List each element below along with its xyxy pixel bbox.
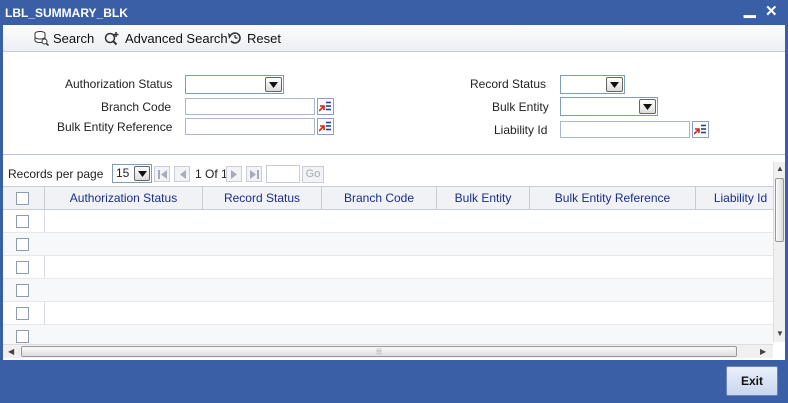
row-checkbox[interactable] xyxy=(16,215,29,228)
reset-icon xyxy=(228,32,241,44)
select-all-checkbox[interactable] xyxy=(16,192,29,205)
next-page-icon xyxy=(230,169,237,179)
column-header-bulk-entity-reference[interactable]: Bulk Entity Reference xyxy=(529,187,695,210)
next-page-button[interactable] xyxy=(226,166,242,182)
column-header-bulk-entity[interactable]: Bulk Entity xyxy=(436,187,529,210)
previous-page-icon xyxy=(179,169,186,179)
column-header-liability-id[interactable]: Liability Id xyxy=(695,187,773,210)
advanced-search-label: Advanced Search xyxy=(125,30,228,46)
vertical-scrollbar[interactable]: ▲ ▼ xyxy=(773,162,785,342)
results-table: Authorization Status Record Status Branc… xyxy=(3,186,773,344)
records-per-page-value: 15 xyxy=(116,166,130,180)
table-row[interactable] xyxy=(3,256,773,279)
scroll-down-icon[interactable]: ▼ xyxy=(776,329,784,338)
authorization-status-select[interactable] xyxy=(185,75,284,94)
reset-button[interactable]: Reset xyxy=(227,30,281,46)
bulk-entity-label: Bulk Entity xyxy=(492,100,549,114)
scroll-right-icon[interactable]: ▶ xyxy=(760,347,766,356)
branch-code-input[interactable] xyxy=(185,98,315,115)
table-row[interactable] xyxy=(3,302,773,325)
bulk-entity-reference-lov-icon[interactable] xyxy=(317,118,334,135)
column-header-record-status[interactable]: Record Status xyxy=(202,187,321,210)
previous-page-button[interactable] xyxy=(174,166,190,182)
authorization-status-label: Authorization Status xyxy=(65,77,173,91)
branch-code-label: Branch Code xyxy=(101,100,172,114)
liability-id-label: Liability Id xyxy=(494,123,548,137)
column-header-branch-code[interactable]: Branch Code xyxy=(321,187,436,210)
record-status-label: Record Status xyxy=(470,77,547,91)
exit-button[interactable]: Exit xyxy=(726,366,778,396)
table-row[interactable] xyxy=(3,210,773,233)
footer-bar xyxy=(0,360,788,403)
records-per-page-select[interactable]: 15 xyxy=(112,164,152,183)
horizontal-scroll-thumb[interactable]: ⦙⦙⦙ xyxy=(21,346,737,357)
table-row[interactable] xyxy=(3,279,773,302)
chevron-down-icon xyxy=(639,99,656,114)
row-checkbox[interactable] xyxy=(16,330,29,343)
advanced-search-button[interactable]: Advanced Search xyxy=(103,30,228,46)
row-checkbox[interactable] xyxy=(16,307,29,320)
first-page-button[interactable] xyxy=(154,166,170,182)
chevron-down-icon xyxy=(134,166,150,181)
table-row[interactable] xyxy=(3,325,773,344)
chevron-down-icon xyxy=(265,77,282,92)
toolbar: Search Advanced Search Reset xyxy=(3,25,785,52)
records-per-page-label: Records per page xyxy=(8,167,104,181)
search-label: Search xyxy=(53,30,95,46)
column-header-authorization-status[interactable]: Authorization Status xyxy=(44,187,202,210)
table-header: Authorization Status Record Status Branc… xyxy=(3,186,773,210)
page-info: 1 Of 1 xyxy=(195,167,228,181)
row-checkbox[interactable] xyxy=(16,238,29,251)
record-status-select[interactable] xyxy=(560,75,625,94)
search-button[interactable]: Search xyxy=(33,30,94,46)
branch-code-lov-icon[interactable] xyxy=(317,98,334,115)
last-page-icon xyxy=(249,169,259,179)
pagination-bar: Records per page 15 1 Of 1 Go xyxy=(3,162,773,186)
advanced-search-icon xyxy=(104,32,119,46)
search-form: Authorization Status Branch Code Bulk En… xyxy=(3,52,785,155)
close-icon[interactable]: ✕ xyxy=(765,2,778,20)
scroll-up-icon[interactable]: ▲ xyxy=(776,164,784,173)
page-number-input[interactable] xyxy=(266,165,300,183)
reset-label: Reset xyxy=(247,30,281,46)
window-title: LBL_SUMMARY_BLK xyxy=(5,6,128,20)
liability-id-lov-icon[interactable] xyxy=(692,121,709,138)
go-button[interactable]: Go xyxy=(302,166,324,183)
bulk-entity-reference-input[interactable] xyxy=(185,118,315,135)
scroll-left-icon[interactable]: ◀ xyxy=(8,347,14,356)
row-checkbox[interactable] xyxy=(16,284,29,297)
table-row[interactable] xyxy=(3,233,773,256)
row-checkbox[interactable] xyxy=(16,261,29,274)
liability-id-input[interactable] xyxy=(560,121,690,138)
horizontal-scrollbar[interactable]: ◀ ⦙⦙⦙ ▶ xyxy=(3,344,773,358)
first-page-icon xyxy=(157,169,167,179)
minimize-icon[interactable]: ▁ xyxy=(744,0,756,18)
title-bar: LBL_SUMMARY_BLK ▁ ✕ xyxy=(0,0,788,25)
vertical-scroll-thumb[interactable] xyxy=(775,178,784,242)
database-search-icon xyxy=(34,31,49,46)
last-page-button[interactable] xyxy=(246,166,262,182)
chevron-down-icon xyxy=(606,77,623,92)
bulk-entity-reference-label: Bulk Entity Reference xyxy=(57,120,173,134)
bulk-entity-select[interactable] xyxy=(560,97,658,116)
